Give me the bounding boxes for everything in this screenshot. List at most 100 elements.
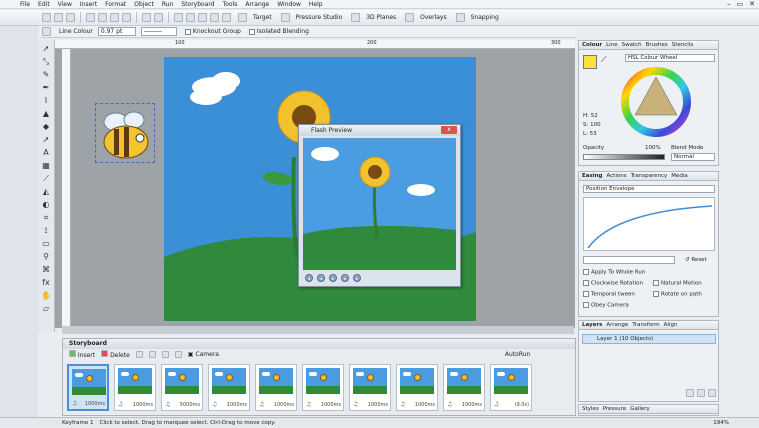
preview-close-button[interactable]: x: [441, 126, 457, 134]
overlays-button[interactable]: Overlays: [420, 14, 446, 21]
frame-duration[interactable]: 1000ms: [85, 401, 105, 407]
tab-actions[interactable]: Actions: [606, 172, 626, 180]
pointer-tool-icon[interactable]: ➚: [41, 43, 52, 54]
clockwise-checkbox[interactable]: [583, 280, 589, 286]
isolated-blending-option[interactable]: Isolated Blending: [248, 28, 309, 35]
layer-row[interactable]: Layer 1 (10 Objects): [582, 334, 716, 344]
eraser-tool-icon[interactable]: ▱: [41, 303, 52, 314]
reset-button[interactable]: ↺ Reset: [685, 257, 707, 263]
isolated-checkbox[interactable]: [248, 28, 255, 35]
frame-duration[interactable]: 1000ms: [321, 402, 341, 408]
tab-colour[interactable]: Colour: [582, 41, 602, 49]
pressure-studio-button[interactable]: Pressure Studio: [296, 14, 343, 21]
tab-gallery[interactable]: Gallery: [630, 405, 650, 413]
storyboard-frame[interactable]: ♫ 1000ms: [114, 364, 156, 411]
envelope-preset-select[interactable]: [583, 256, 675, 264]
tab-transform[interactable]: Transform: [632, 321, 659, 329]
camera-button[interactable]: ▣ Camera: [188, 351, 219, 358]
colour-mode-select[interactable]: HSL Colour Wheel: [625, 54, 715, 62]
tab-transparency[interactable]: Transparency: [631, 172, 668, 180]
clockwise-option[interactable]: Clockwise Rotation: [583, 280, 643, 287]
paint-tool-icon[interactable]: ▲: [41, 108, 52, 119]
shape-tool-icon[interactable]: ◆: [41, 121, 52, 132]
frame-duration[interactable]: 1000ms: [415, 402, 435, 408]
prev-frame-icon[interactable]: [148, 350, 156, 358]
frame-duration[interactable]: 1000ms: [368, 402, 388, 408]
temporal-tween-option[interactable]: Temporal tween: [583, 291, 635, 298]
frame-duration[interactable]: 1000ms: [462, 402, 482, 408]
3d-planes-button[interactable]: 3D Planes: [366, 14, 396, 21]
table-tool-icon[interactable]: ▦: [41, 160, 52, 171]
copy-icon[interactable]: [98, 13, 107, 22]
storyboard-frame[interactable]: ♫ 1000ms: [349, 364, 391, 411]
dropper-icon[interactable]: ⟋: [601, 55, 607, 65]
obey-camera-option[interactable]: Obey Camera: [583, 302, 629, 309]
fx-tool-icon[interactable]: fx: [41, 277, 52, 288]
knockout-group-option[interactable]: Knockout Group: [184, 28, 241, 35]
save-icon[interactable]: [66, 13, 75, 22]
storyboard-frame[interactable]: ♫ 1000ms: [67, 364, 109, 411]
apply-whole-run-option[interactable]: Apply To Whole Run: [583, 269, 645, 276]
snapping-button[interactable]: Snapping: [471, 14, 499, 21]
end-icon[interactable]: ▸: [353, 274, 361, 282]
sl-triangle[interactable]: [634, 76, 678, 116]
hand-tool-icon[interactable]: ✋: [41, 290, 52, 301]
add-layer-icon[interactable]: [686, 389, 694, 397]
line-colour-icon[interactable]: [42, 27, 51, 36]
minimize-icon[interactable]: –: [727, 0, 731, 8]
storyboard-frame[interactable]: ♫ 1000ms: [208, 364, 250, 411]
open-icon[interactable]: [54, 13, 63, 22]
tab-align[interactable]: Align: [664, 321, 678, 329]
obey-camera-checkbox[interactable]: [583, 302, 589, 308]
brush-tool-icon[interactable]: ⌇: [41, 95, 52, 106]
opacity-slider[interactable]: [583, 154, 665, 160]
fill-tool-icon[interactable]: ◭: [41, 186, 52, 197]
storyboard-frame[interactable]: ♫ 1000ms: [396, 364, 438, 411]
storyboard-frame[interactable]: ♫ 1000ms: [443, 364, 485, 411]
delete-icon[interactable]: [122, 13, 131, 22]
tab-arrange[interactable]: Arrange: [606, 321, 628, 329]
first-frame-icon[interactable]: [135, 350, 143, 358]
frame-duration[interactable]: 1000ms: [133, 402, 153, 408]
ungroup-icon[interactable]: [198, 13, 207, 22]
pressure-icon[interactable]: [280, 13, 290, 22]
restore-icon[interactable]: ▭: [737, 0, 744, 8]
zoom-level[interactable]: 194%: [713, 418, 729, 427]
tab-styles[interactable]: Styles: [582, 405, 599, 413]
keyframe-indicator[interactable]: Keyframe 1: [62, 418, 94, 427]
pencil-tool-icon[interactable]: ✎: [41, 69, 52, 80]
easing-curve-graph[interactable]: [583, 197, 715, 251]
blend-mode-select[interactable]: Normal: [671, 153, 715, 161]
new-icon[interactable]: [42, 13, 51, 22]
fill-swatch[interactable]: [583, 55, 597, 69]
menu-view[interactable]: View: [58, 1, 72, 8]
text-tool-icon[interactable]: A: [41, 147, 52, 158]
menu-storyboard[interactable]: Storyboard: [181, 1, 214, 8]
menu-tools[interactable]: Tools: [223, 1, 238, 8]
frame-duration[interactable]: (9.0s): [515, 402, 529, 408]
overlays-icon[interactable]: [405, 13, 415, 22]
rotate-on-path-option[interactable]: Rotate on path: [653, 291, 702, 298]
planes-icon[interactable]: [351, 13, 361, 22]
menu-arrange[interactable]: Arrange: [245, 1, 269, 8]
autorun-button[interactable]: AutoRun: [505, 351, 530, 358]
close-icon[interactable]: ✕: [749, 0, 755, 8]
tab-swatch[interactable]: Swatch: [622, 41, 642, 49]
play-icon[interactable]: ▸: [329, 274, 337, 282]
cut-icon[interactable]: [86, 13, 95, 22]
frame-duration[interactable]: 5000ms: [180, 402, 200, 408]
envelope-select[interactable]: Position Envelope: [583, 185, 715, 193]
pointer2-tool-icon[interactable]: ➚: [41, 134, 52, 145]
storyboard-frame[interactable]: ♫ 1000ms: [255, 364, 297, 411]
play-frames-icon[interactable]: [161, 350, 169, 358]
paste-icon[interactable]: [110, 13, 119, 22]
preview-titlebar[interactable]: Flash Preview x: [299, 125, 460, 136]
snapping-icon[interactable]: [455, 13, 465, 22]
redo-icon[interactable]: [154, 13, 163, 22]
natural-motion-option[interactable]: Natural Motion: [653, 280, 702, 287]
delete-layer-icon[interactable]: [708, 389, 716, 397]
crop-tool-icon[interactable]: ⌗: [41, 212, 52, 223]
blend-tool-icon[interactable]: ⌘: [41, 264, 52, 275]
easing-curve[interactable]: [587, 205, 713, 249]
menu-object[interactable]: Object: [134, 1, 154, 8]
